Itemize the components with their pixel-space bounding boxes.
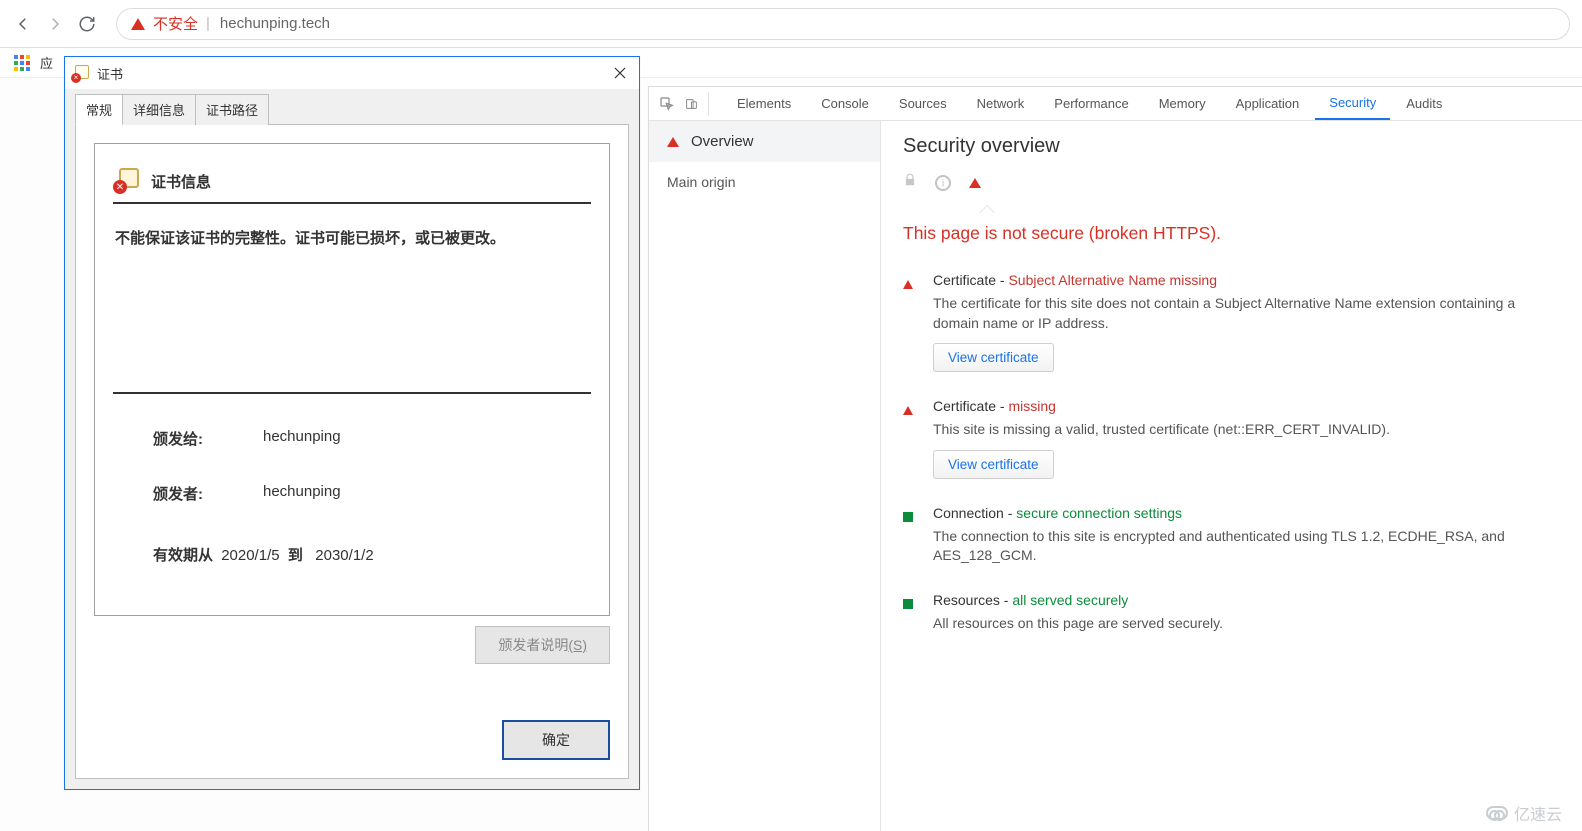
issued-by-value: hechunping bbox=[263, 483, 341, 504]
cert2-desc: This site is missing a valid, trusted ce… bbox=[933, 420, 1560, 440]
lock-icon bbox=[903, 172, 917, 193]
conn-title: Connection - bbox=[933, 505, 1016, 521]
not-secure-icon bbox=[131, 18, 145, 30]
watermark-text: 亿速云 bbox=[1514, 801, 1562, 825]
cert1-accent: Subject Alternative Name missing bbox=[1008, 272, 1217, 288]
tab-memory[interactable]: Memory bbox=[1145, 87, 1220, 120]
browser-nav-bar: 不安全 | hechunping.tech bbox=[0, 0, 1582, 48]
cert-heading: ✕ 证书信息 bbox=[113, 164, 591, 204]
warning-icon bbox=[667, 137, 679, 147]
certificate-error-icon: ✕ bbox=[113, 168, 139, 194]
issued-to-row: 颁发给: hechunping bbox=[153, 428, 591, 449]
valid-to-label: 到 bbox=[288, 547, 303, 564]
issued-to-label: 颁发给: bbox=[153, 428, 263, 449]
tab-security[interactable]: Security bbox=[1315, 87, 1390, 120]
res-accent: all served securely bbox=[1012, 592, 1128, 608]
sidebar-main-origin-label: Main origin bbox=[667, 174, 735, 190]
device-toolbar-button[interactable] bbox=[685, 92, 709, 116]
watermark-icon bbox=[1486, 806, 1508, 820]
not-secure-label: 不安全 bbox=[153, 13, 198, 34]
cert2-title: Certificate - bbox=[933, 398, 1008, 414]
cert1-title: Certificate - bbox=[933, 272, 1008, 288]
tab-audits[interactable]: Audits bbox=[1392, 87, 1456, 120]
info-icon: i bbox=[935, 175, 951, 191]
certificate-dialog: 证书 常规 详细信息 证书路径 ✕ 证书信息 不能保证该证书的完整性。证书可能已… bbox=[64, 56, 640, 790]
tab-sources[interactable]: Sources bbox=[885, 87, 961, 120]
ok-button[interactable]: 确定 bbox=[502, 720, 610, 760]
certificate-icon bbox=[73, 65, 89, 81]
address-bar[interactable]: 不安全 | hechunping.tech bbox=[116, 8, 1570, 40]
sidebar-overview[interactable]: Overview bbox=[649, 121, 880, 162]
warning-icon bbox=[903, 280, 913, 289]
security-item-resources: Resources - all served securely All reso… bbox=[903, 592, 1560, 634]
apps-icon[interactable] bbox=[14, 55, 30, 71]
tab-performance[interactable]: Performance bbox=[1040, 87, 1142, 120]
tab-elements[interactable]: Elements bbox=[723, 87, 805, 120]
security-item-cert-san: Certificate - Subject Alternative Name m… bbox=[903, 272, 1560, 372]
issued-by-row: 颁发者: hechunping bbox=[153, 483, 591, 504]
tab-console[interactable]: Console bbox=[807, 87, 883, 120]
watermark: 亿速云 bbox=[1486, 801, 1562, 825]
cert2-accent: missing bbox=[1008, 398, 1055, 414]
omnibox-url: hechunping.tech bbox=[220, 15, 330, 32]
forward-button[interactable] bbox=[44, 13, 66, 35]
cert-tab-area: 常规 详细信息 证书路径 ✕ 证书信息 不能保证该证书的完整性。证书可能已损坏，… bbox=[65, 89, 639, 789]
security-main: Security overview i This page is not sec… bbox=[881, 121, 1582, 831]
res-title: Resources - bbox=[933, 592, 1012, 608]
view-certificate-button-2[interactable]: View certificate bbox=[933, 450, 1054, 479]
devtools-panel: Elements Console Sources Network Perform… bbox=[648, 86, 1582, 831]
back-button[interactable] bbox=[12, 13, 34, 35]
tab-network[interactable]: Network bbox=[963, 87, 1039, 120]
sidebar-main-origin[interactable]: Main origin bbox=[649, 162, 880, 202]
security-heading: Security overview bbox=[903, 135, 1560, 158]
issued-to-value: hechunping bbox=[263, 428, 341, 449]
secure-icon bbox=[903, 512, 913, 522]
conn-desc: The connection to this site is encrypted… bbox=[933, 527, 1560, 566]
cert-pane-general: ✕ 证书信息 不能保证该证书的完整性。证书可能已损坏，或已被更改。 颁发给: h… bbox=[75, 124, 629, 779]
security-summary-icons: i bbox=[903, 168, 1560, 213]
security-item-cert-missing: Certificate - missing This site is missi… bbox=[903, 398, 1560, 479]
secure-icon bbox=[903, 599, 913, 609]
close-button[interactable] bbox=[605, 60, 635, 86]
cert-fields: 颁发给: hechunping 颁发者: hechunping 有效期从 202… bbox=[113, 394, 591, 595]
cert-tabs: 常规 详细信息 证书路径 bbox=[75, 93, 629, 124]
security-item-connection: Connection - secure connection settings … bbox=[903, 505, 1560, 566]
view-certificate-button[interactable]: View certificate bbox=[933, 343, 1054, 372]
warning-icon bbox=[903, 406, 913, 415]
conn-accent: secure connection settings bbox=[1016, 505, 1182, 521]
security-sidebar: Overview Main origin bbox=[649, 121, 881, 831]
issued-by-label: 颁发者: bbox=[153, 483, 263, 504]
res-desc: All resources on this page are served se… bbox=[933, 614, 1560, 634]
devtools-tabstrip: Elements Console Sources Network Perform… bbox=[649, 87, 1582, 121]
cert-heading-text: 证书信息 bbox=[151, 171, 211, 192]
cert1-desc: The certificate for this site does not c… bbox=[933, 294, 1560, 333]
cert-inner-frame: ✕ 证书信息 不能保证该证书的完整性。证书可能已损坏，或已被更改。 颁发给: h… bbox=[94, 143, 610, 616]
tab-application[interactable]: Application bbox=[1222, 87, 1314, 120]
cert-tab-path[interactable]: 证书路径 bbox=[195, 94, 269, 125]
dialog-title: 证书 bbox=[97, 64, 123, 83]
devtools-body: Overview Main origin Security overview i… bbox=[649, 121, 1582, 831]
inspect-element-button[interactable] bbox=[655, 92, 679, 116]
security-headline: This page is not secure (broken HTTPS). bbox=[903, 223, 1560, 244]
dialog-titlebar[interactable]: 证书 bbox=[65, 57, 639, 89]
cert-warning-message: 不能保证该证书的完整性。证书可能已损坏，或已被更改。 bbox=[113, 204, 591, 361]
issuer-statement-button: 颁发者说明(S) bbox=[475, 626, 610, 664]
validity-row: 有效期从 2020/1/5 到 2030/1/2 bbox=[153, 544, 591, 565]
valid-from: 2020/1/5 bbox=[221, 547, 279, 564]
sidebar-overview-label: Overview bbox=[691, 133, 754, 150]
valid-from-label: 有效期从 bbox=[153, 547, 213, 564]
bookmark-apps-label[interactable]: 应 bbox=[40, 53, 53, 72]
reload-button[interactable] bbox=[76, 13, 98, 35]
cert-tab-details[interactable]: 详细信息 bbox=[122, 94, 196, 125]
overview-warning-icon bbox=[969, 178, 981, 188]
cert-tab-general[interactable]: 常规 bbox=[75, 94, 123, 125]
omnibox-sep: | bbox=[206, 15, 210, 32]
valid-to: 2030/1/2 bbox=[315, 547, 373, 564]
